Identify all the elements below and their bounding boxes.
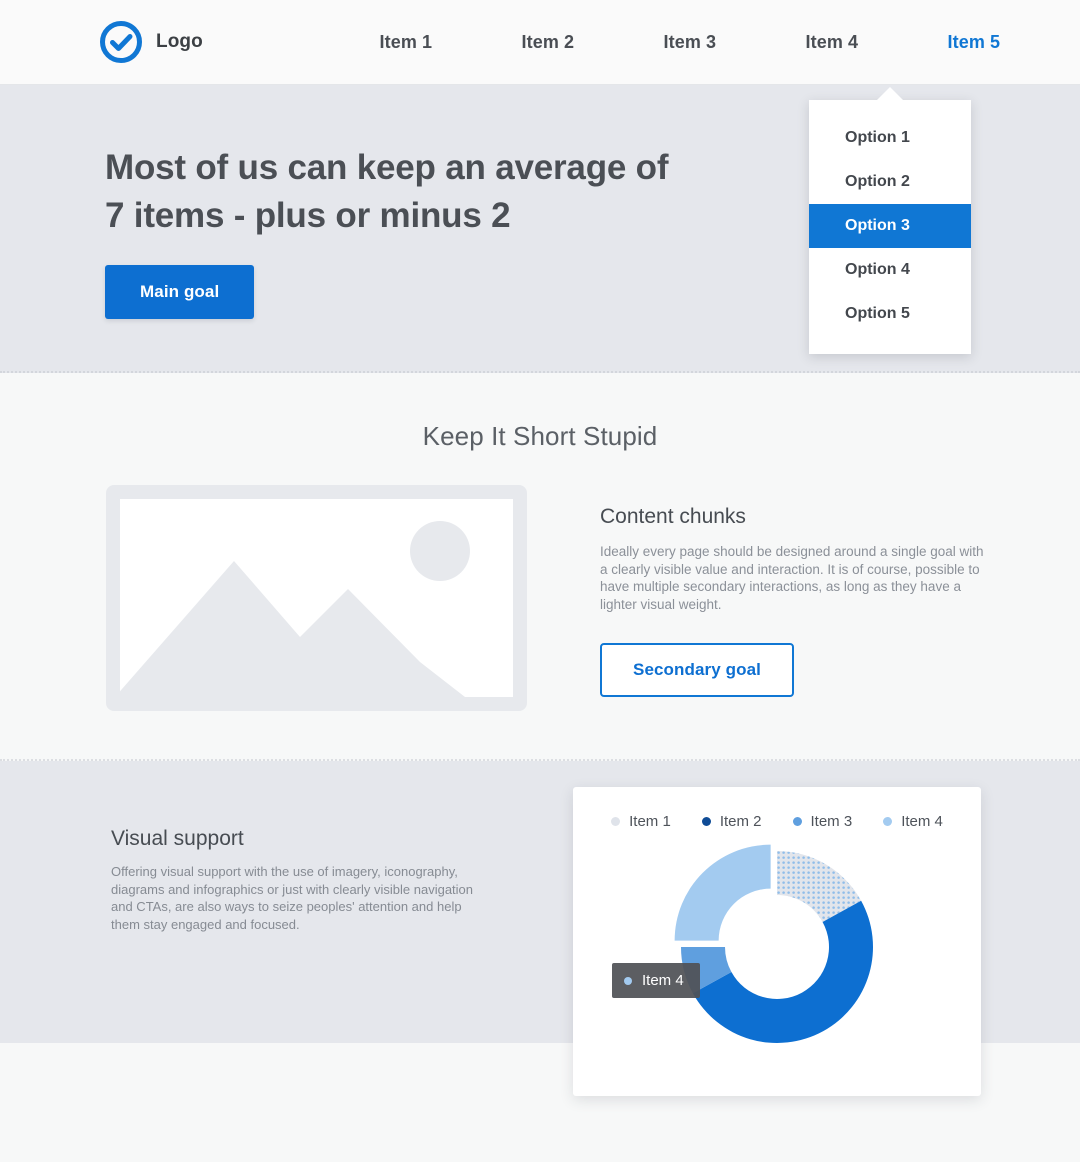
nav-item-1[interactable]: Item 1 xyxy=(335,32,477,53)
dropdown-option-2[interactable]: Option 2 xyxy=(809,160,971,204)
section-heading: Keep It Short Stupid xyxy=(422,421,658,451)
legend-label-4: Item 4 xyxy=(901,813,943,830)
chart-legend: Item 1 Item 2 Item 3 Item 4 xyxy=(573,787,981,830)
nav-item-5[interactable]: Item 5 xyxy=(903,32,1045,53)
chart-card: Item 1 Item 2 Item 3 Item 4 Item 4 xyxy=(573,787,981,1096)
nav-item-3[interactable]: Item 3 xyxy=(619,32,761,53)
secondary-goal-button[interactable]: Secondary goal xyxy=(600,643,794,697)
legend-item-3[interactable]: Item 3 xyxy=(792,813,853,830)
kiss-columns: Content chunks Ideally every page should… xyxy=(0,485,1080,711)
legend-label-1: Item 1 xyxy=(629,813,671,830)
nav-item-2[interactable]: Item 2 xyxy=(477,32,619,53)
kiss-section: Keep It Short Stupid Content chunks Idea… xyxy=(0,373,1080,761)
dropdown-option-4[interactable]: Option 4 xyxy=(809,248,971,292)
legend-dot-icon-1 xyxy=(611,817,621,826)
main-goal-button[interactable]: Main goal xyxy=(105,265,255,319)
donut-chart: Item 4 xyxy=(573,836,981,1061)
dropdown-caret-icon xyxy=(877,87,903,100)
visual-support-title: Visual support xyxy=(111,827,244,850)
visual-support-body: Offering visual support with the use of … xyxy=(111,864,474,932)
legend-item-1[interactable]: Item 1 xyxy=(611,813,671,830)
nav-links: Item 1 Item 2 Item 3 Item 4 Item 5 xyxy=(335,32,1045,53)
legend-dot-icon-3 xyxy=(792,817,802,826)
visual-support-block: Visual support Offering visual support w… xyxy=(0,761,510,933)
content-chunks-body: Ideally every page should be designed ar… xyxy=(600,544,984,612)
dropdown-option-1[interactable]: Option 1 xyxy=(809,116,971,160)
dropdown-menu: Option 1 Option 2 Option 3 Option 4 Opti… xyxy=(809,87,971,354)
legend-dot-icon-2 xyxy=(701,817,711,826)
navbar: Logo Item 1 Item 2 Item 3 Item 4 Item 5 xyxy=(0,0,1080,85)
brand[interactable]: Logo xyxy=(99,20,203,64)
tooltip-dot-icon xyxy=(624,976,632,985)
chart-tooltip: Item 4 xyxy=(612,963,700,998)
image-placeholder-icon xyxy=(120,499,513,697)
tooltip-label: Item 4 xyxy=(642,972,684,989)
legend-dot-icon-4 xyxy=(883,817,893,826)
legend-item-2[interactable]: Item 2 xyxy=(701,813,762,830)
donut-slice-item-4[interactable] xyxy=(674,844,771,941)
image-placeholder xyxy=(106,485,527,711)
legend-item-4[interactable]: Item 4 xyxy=(883,813,943,830)
check-circle-icon xyxy=(99,20,143,64)
brand-label: Logo xyxy=(156,31,203,52)
content-chunks-block: Content chunks Ideally every page should… xyxy=(600,485,992,711)
dropdown-option-3[interactable]: Option 3 xyxy=(809,204,971,248)
dropdown-option-5[interactable]: Option 5 xyxy=(809,292,971,336)
nav-item-4[interactable]: Item 4 xyxy=(761,32,903,53)
donut-svg[interactable] xyxy=(662,836,892,1058)
page-root: Logo Item 1 Item 2 Item 3 Item 4 Item 5 … xyxy=(0,0,1080,1162)
hero-title: Most of us can keep an average of 7 item… xyxy=(105,148,669,235)
legend-label-3: Item 3 xyxy=(810,813,853,830)
content-chunks-title: Content chunks xyxy=(600,505,746,528)
legend-label-2: Item 2 xyxy=(719,813,762,830)
